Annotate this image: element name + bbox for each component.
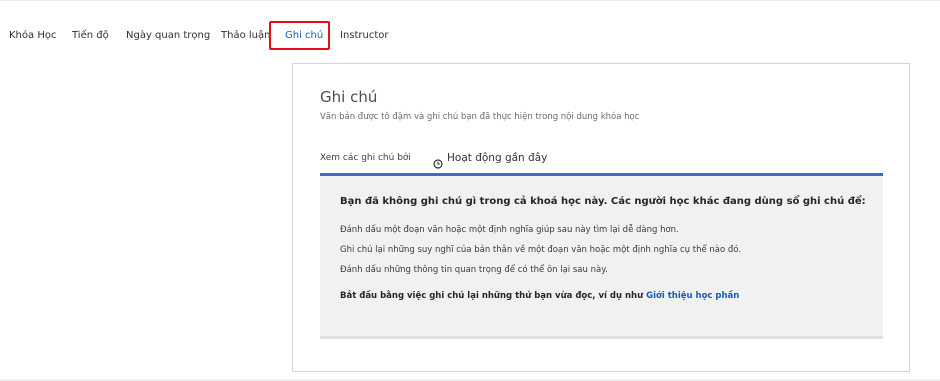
get-started-label: Bắt đầu bằng việc ghi chú lại những thứ … [340, 291, 644, 301]
tip-item: Đánh dấu những thông tin quan trọng để c… [340, 265, 608, 275]
nav-tab-progress[interactable]: Tiến độ [72, 29, 109, 43]
clock-icon [433, 154, 443, 169]
active-tab-highlight-frame [269, 21, 330, 50]
notes-panel: Ghi chú Văn bản được tô đậm và ghi chú b… [292, 63, 910, 372]
empty-notes-message: Bạn đã không ghi chú gì trong cả khoá họ… [320, 173, 883, 339]
page-subtitle: Văn bản được tô đậm và ghi chú bạn đã th… [320, 112, 640, 122]
nav-tab-course[interactable]: Khóa Học [9, 29, 56, 43]
page-title: Ghi chú [320, 88, 378, 106]
nav-tab-instructor[interactable]: Instructor [340, 29, 389, 43]
course-intro-link[interactable]: Giới thiệu học phần [646, 291, 739, 301]
nav-tab-important-dates[interactable]: Ngày quan trọng [126, 29, 210, 43]
get-started-text: Bắt đầu bằng việc ghi chú lại những thứ … [340, 291, 739, 301]
tab-recent-activity-label: Hoạt động gần đây [447, 152, 548, 164]
tip-item: Ghi chú lại những suy nghĩ của bản thân … [340, 245, 742, 255]
course-navigation: Khóa Học Tiến độ Ngày quan trọng Thảo lu… [0, 0, 940, 60]
empty-state-heading: Bạn đã không ghi chú gì trong cả khoá họ… [340, 196, 866, 207]
nav-tab-discussion[interactable]: Thảo luận [221, 29, 270, 43]
notes-view-tabs: Xem các ghi chú bởi Hoạt động gần đây [320, 150, 883, 176]
view-by-label: Xem các ghi chú bởi [320, 153, 411, 163]
tip-item: Đánh dấu một đoạn văn hoặc một định nghĩ… [340, 225, 679, 235]
